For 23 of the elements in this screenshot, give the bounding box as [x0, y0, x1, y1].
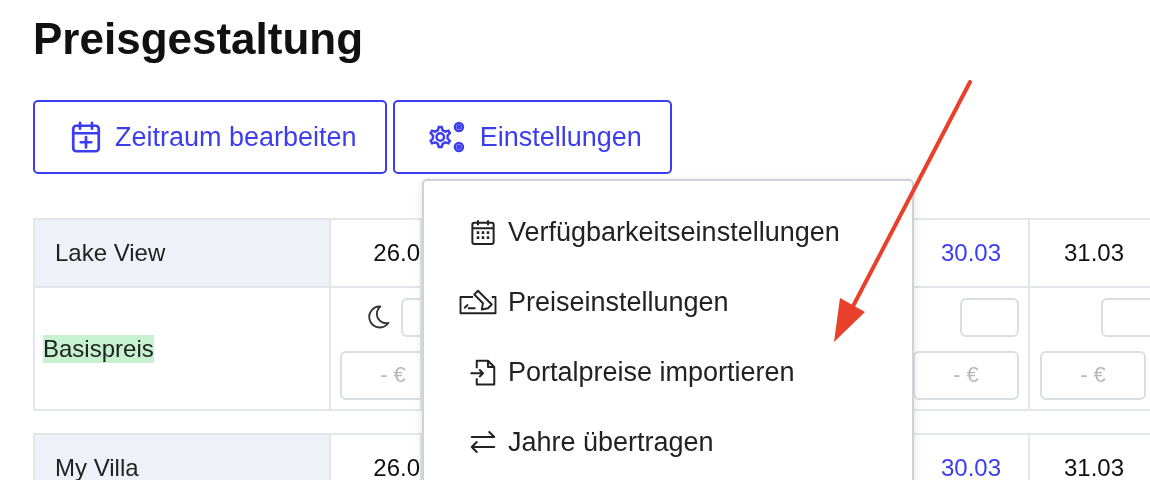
nights-input[interactable] — [1101, 297, 1150, 337]
menu-item[interactable]: Jahre übertragen — [424, 422, 714, 462]
nights-input[interactable] — [960, 297, 1019, 337]
price-input[interactable]: - € — [914, 350, 1019, 400]
date-header: 31.03 — [1063, 454, 1125, 480]
rate-label: Basispreis — [43, 334, 154, 363]
property-name-cell: Lake View — [33, 220, 331, 288]
page-title: Preisgestaltung — [33, 13, 364, 65]
settings-button[interactable]: Einstellungen — [392, 100, 672, 174]
menu-item[interactable]: Preiseinstellungen — [424, 282, 729, 322]
menu-item[interactable]: Portalpreise importieren — [424, 352, 795, 392]
edit-period-button[interactable]: Zeitraum bearbeiten — [33, 100, 387, 174]
price-input[interactable]: - € — [1040, 350, 1146, 400]
date-header: 30.03 — [940, 454, 1002, 480]
date-header: 26.0 — [373, 239, 420, 267]
date-header: 30.03 — [940, 239, 1002, 267]
banknote-pencil-icon — [458, 287, 498, 317]
price-input[interactable]: - € — [340, 350, 420, 400]
date-header: 26.0 — [373, 454, 420, 480]
file-import-icon — [468, 357, 498, 387]
calendar-icon — [468, 217, 498, 247]
menu-item[interactable]: Verfügbarkeitseinstellungen — [424, 212, 840, 252]
date-header: 31.03 — [1063, 239, 1125, 267]
